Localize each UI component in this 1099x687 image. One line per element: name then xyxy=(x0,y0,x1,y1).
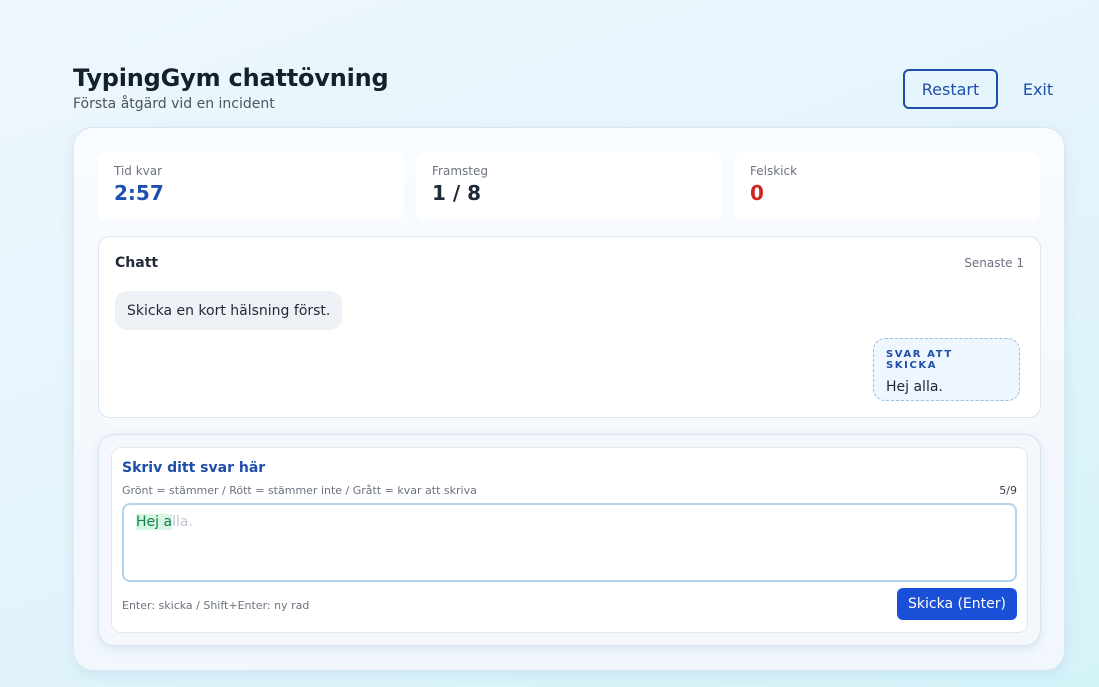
chat-meta: Senaste 1 xyxy=(964,256,1024,270)
chat-title: Chatt xyxy=(115,255,159,271)
chat-panel: Chatt Senaste 1 Skicka en kort hälsning … xyxy=(98,236,1041,418)
character-counter: 5/9 xyxy=(999,484,1017,497)
composer-panel: Skriv ditt svar här Grönt = stämmer / Rö… xyxy=(98,434,1041,646)
page-header: TypingGym chattövning Första åtgärd vid … xyxy=(73,64,1064,116)
progress-value: 1 / 8 xyxy=(432,181,482,205)
main-card: Tid kvar 2:57 Framsteg 1 / 8 Felskick 0 … xyxy=(73,127,1065,671)
stat-label: Framsteg xyxy=(432,164,488,178)
time-left-value: 2:57 xyxy=(114,181,164,205)
stat-errors: Felskick 0 xyxy=(734,152,1040,220)
exit-button[interactable]: Exit xyxy=(1012,69,1064,109)
typing-input[interactable]: Hej alla. xyxy=(122,503,1017,582)
composer-title: Skriv ditt svar här xyxy=(122,460,266,476)
stat-progress: Framsteg 1 / 8 xyxy=(416,152,722,220)
incoming-message: Skicka en kort hälsning först. xyxy=(115,291,343,330)
reply-to-send-bubble: SVAR ATT SKICKA Hej alla. xyxy=(873,338,1020,401)
keyboard-hint: Enter: skicka / Shift+Enter: ny rad xyxy=(122,599,310,612)
composer-inner: Skriv ditt svar här Grönt = stämmer / Rö… xyxy=(111,447,1028,633)
composer-legend: Grönt = stämmer / Rött = stämmer inte / … xyxy=(122,484,477,497)
stat-label: Felskick xyxy=(750,164,798,178)
remaining-text: lla. xyxy=(172,514,193,530)
reply-text: Hej alla. xyxy=(886,379,943,395)
stat-label: Tid kvar xyxy=(114,164,163,178)
stat-time-left: Tid kvar 2:57 xyxy=(98,152,404,220)
typed-correct-text: Hej a xyxy=(136,514,173,530)
header-actions: Restart Exit xyxy=(903,69,1064,109)
chat-header: Chatt Senaste 1 xyxy=(115,255,1024,271)
errors-value: 0 xyxy=(750,181,764,205)
stats-row: Tid kvar 2:57 Framsteg 1 / 8 Felskick 0 xyxy=(98,152,1040,220)
restart-button[interactable]: Restart xyxy=(903,69,998,109)
reply-label: SVAR ATT SKICKA xyxy=(886,349,953,371)
send-button[interactable]: Skicka (Enter) xyxy=(897,588,1017,620)
